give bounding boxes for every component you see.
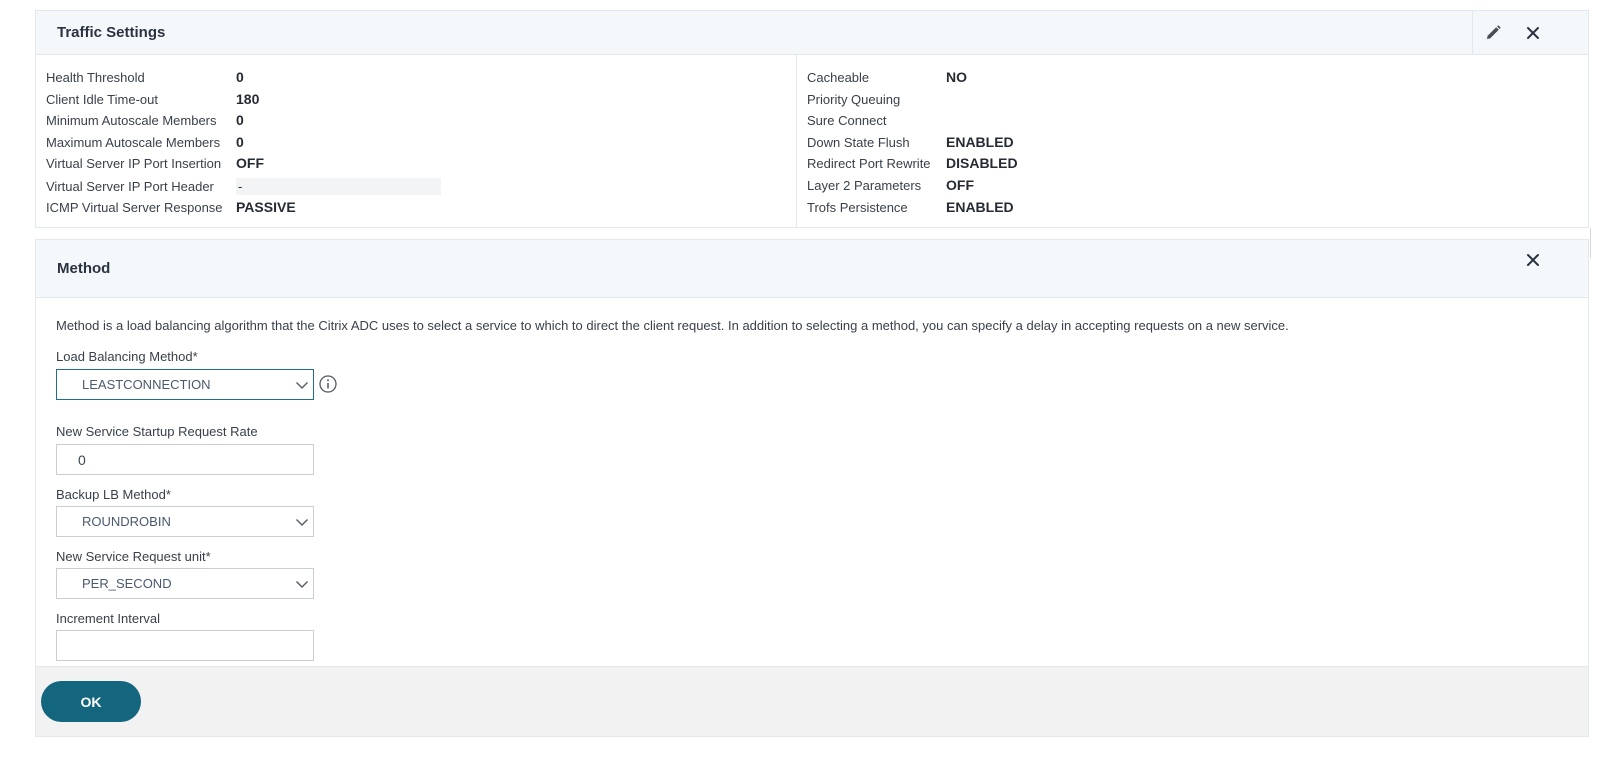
close-method-button[interactable] bbox=[1513, 240, 1553, 280]
scrollbar-edge bbox=[1590, 228, 1591, 258]
client-idle-timeout-value: 180 bbox=[236, 91, 260, 107]
cacheable-label: Cacheable bbox=[807, 69, 870, 85]
lb-method-value: LEASTCONNECTION bbox=[82, 377, 211, 392]
redirect-port-rewrite-value: DISABLED bbox=[946, 155, 1018, 171]
traffic-left-column: Health Threshold 0 Client Idle Time-out … bbox=[36, 55, 796, 228]
min-autoscale-value: 0 bbox=[236, 112, 244, 128]
layer2-parameters-label: Layer 2 Parameters bbox=[807, 177, 922, 193]
increment-interval-input[interactable] bbox=[56, 630, 314, 661]
pencil-icon bbox=[1487, 25, 1501, 39]
priority-queuing-label: Priority Queuing bbox=[807, 91, 901, 107]
ip-port-header-value: - bbox=[236, 177, 441, 195]
max-autoscale-value: 0 bbox=[236, 134, 244, 150]
startup-rate-value: 0 bbox=[78, 451, 86, 468]
increment-interval-label: Increment Interval bbox=[56, 611, 161, 626]
method-footer: OK bbox=[36, 666, 1588, 736]
ip-port-insertion-value: OFF bbox=[236, 155, 264, 171]
traffic-right-column: Cacheable NO Priority Queuing Sure Conne… bbox=[796, 55, 1588, 228]
cacheable-value: NO bbox=[946, 69, 967, 85]
lb-method-select[interactable]: LEASTCONNECTION bbox=[56, 369, 314, 400]
backup-lb-method-value: ROUNDROBIN bbox=[82, 514, 171, 529]
backup-lb-method-select[interactable]: ROUNDROBIN bbox=[56, 506, 314, 537]
edit-button[interactable] bbox=[1473, 11, 1513, 55]
traffic-settings-body: Health Threshold 0 Client Idle Time-out … bbox=[36, 55, 1588, 228]
method-description: Method is a load balancing algorithm tha… bbox=[56, 318, 1289, 333]
startup-rate-input[interactable]: 0 bbox=[56, 444, 314, 475]
icmp-response-label: ICMP Virtual Server Response bbox=[46, 199, 223, 215]
client-idle-timeout-label: Client Idle Time-out bbox=[46, 91, 158, 107]
ip-port-header-label: Virtual Server IP Port Header bbox=[46, 178, 214, 194]
chevron-down-icon bbox=[296, 382, 308, 389]
layer2-parameters-value: OFF bbox=[946, 177, 974, 193]
max-autoscale-label: Maximum Autoscale Members bbox=[46, 134, 221, 150]
chevron-down-icon bbox=[296, 581, 308, 588]
traffic-settings-header: Traffic Settings bbox=[36, 11, 1588, 55]
trofs-persistence-label: Trofs Persistence bbox=[807, 199, 908, 215]
min-autoscale-label: Minimum Autoscale Members bbox=[46, 112, 217, 128]
info-icon[interactable] bbox=[319, 375, 337, 393]
traffic-settings-title: Traffic Settings bbox=[57, 24, 166, 41]
icmp-response-value: PASSIVE bbox=[236, 199, 296, 215]
chevron-down-icon bbox=[296, 519, 308, 526]
close-icon bbox=[1527, 254, 1539, 266]
startup-rate-label: New Service Startup Request Rate bbox=[56, 424, 258, 439]
redirect-port-rewrite-label: Redirect Port Rewrite bbox=[807, 155, 931, 171]
backup-lb-method-label: Backup LB Method* bbox=[56, 487, 171, 502]
lb-method-label: Load Balancing Method* bbox=[56, 349, 198, 364]
ip-port-insertion-label: Virtual Server IP Port Insertion bbox=[46, 155, 222, 171]
close-traffic-button[interactable] bbox=[1513, 11, 1553, 55]
health-threshold-label: Health Threshold bbox=[46, 69, 145, 85]
sure-connect-label: Sure Connect bbox=[807, 112, 887, 128]
request-unit-label: New Service Request unit* bbox=[56, 549, 211, 564]
method-panel: Method Method is a load balancing algori… bbox=[35, 239, 1589, 737]
traffic-settings-panel: Traffic Settings Health Threshold 0 Clie… bbox=[35, 10, 1589, 228]
health-threshold-value: 0 bbox=[236, 69, 244, 85]
ok-button[interactable]: OK bbox=[41, 681, 141, 722]
close-icon bbox=[1527, 27, 1539, 39]
trofs-persistence-value: ENABLED bbox=[946, 199, 1014, 215]
method-header: Method bbox=[36, 240, 1588, 298]
method-title: Method bbox=[57, 260, 111, 277]
down-state-flush-label: Down State Flush bbox=[807, 134, 910, 150]
down-state-flush-value: ENABLED bbox=[946, 134, 1014, 150]
request-unit-select[interactable]: PER_SECOND bbox=[56, 568, 314, 599]
request-unit-value: PER_SECOND bbox=[82, 576, 172, 591]
